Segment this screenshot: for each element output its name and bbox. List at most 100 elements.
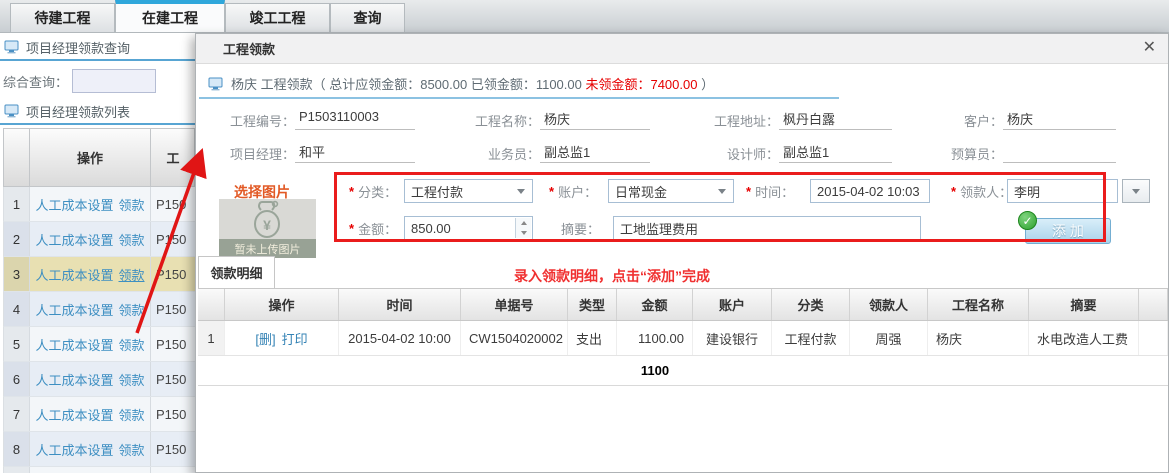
row-index: 5 <box>4 327 30 361</box>
tab-pending-projects[interactable]: 待建工程 <box>10 3 115 32</box>
labor-cost-setup-link[interactable]: 人工成本设置 <box>35 370 113 389</box>
detail-cell: 1100.00 <box>617 321 693 355</box>
sidebar-table-row: 2人工成本设置领款P150 <box>3 222 195 257</box>
chevron-down-icon <box>718 189 726 194</box>
row-project-code: P150 <box>151 327 195 361</box>
check-circle-icon: ✓ <box>1018 211 1037 230</box>
sidebar-table-body: 1人工成本设置领款P1502人工成本设置领款P1503人工成本设置领款P1504… <box>3 187 195 473</box>
detail-header-cell: 单据号 <box>461 289 568 320</box>
detail-header-cell: 工程名称 <box>928 289 1029 320</box>
tab-query[interactable]: 查询 <box>330 3 405 32</box>
tab-in-progress-projects[interactable]: 在建工程 <box>115 0 225 32</box>
unpaid-amount: 未领金额：7400.00 <box>585 77 697 92</box>
chevron-down-icon <box>1132 189 1140 194</box>
sidebar-table-row: 1人工成本设置领款P150 <box>3 187 195 222</box>
collect-payment-link[interactable]: 领款 <box>119 300 145 319</box>
detail-cell: 2015-04-02 10:00 <box>339 321 461 355</box>
collect-payment-link[interactable]: 领款 <box>119 195 145 214</box>
detail-header-cell: 类型 <box>568 289 617 320</box>
summary-text: 杨庆 工程领款（ 总计应领金额：8500.00 已领金额：1100.00 未领金… <box>231 74 714 93</box>
time-field-label: * 时间： <box>746 179 794 203</box>
labor-cost-setup-link[interactable]: 人工成本设置 <box>35 195 113 214</box>
row-project-code: P150 <box>151 222 195 256</box>
tab-payment-detail[interactable]: 领款明细 <box>198 256 275 288</box>
labor-cost-setup-link[interactable]: 人工成本设置 <box>35 230 113 249</box>
spinner-up-icon <box>521 221 527 225</box>
collect-payment-link[interactable]: 领款 <box>119 405 145 424</box>
collect-payment-link[interactable]: 领款 <box>119 335 145 354</box>
money-bag-icon: ¥ <box>247 200 287 240</box>
detail-table-header: 操作时间单据号类型金额账户分类领款人工程名称摘要 <box>198 288 1168 321</box>
detail-total-row: 1100 <box>198 356 1168 386</box>
monitor-icon <box>208 77 224 91</box>
list-panel-header: 项目经理领款列表 <box>0 99 195 125</box>
labor-cost-setup-link[interactable]: 人工成本设置 <box>35 300 113 319</box>
memo-field-label: 摘要： <box>561 216 600 240</box>
search-input[interactable] <box>72 69 156 93</box>
payment-detail-table: 操作时间单据号类型金额账户分类领款人工程名称摘要 1[删]打印2015-04-0… <box>198 288 1168 386</box>
category-select[interactable]: 工程付款 <box>404 179 533 203</box>
labor-cost-setup-link[interactable]: 人工成本设置 <box>35 405 113 424</box>
image-upload-box[interactable]: ¥ 暂未上传图片 <box>219 199 316 258</box>
tab-completed-projects[interactable]: 竣工工程 <box>225 3 330 32</box>
row-index: 7 <box>4 397 30 431</box>
sidebar-table-row: 3人工成本设置领款P150 <box>3 257 195 292</box>
labor-cost-setup-link[interactable]: 人工成本设置 <box>35 335 113 354</box>
row-operations: 人工成本设置领款 <box>30 257 151 291</box>
payee-dropdown-button[interactable] <box>1122 179 1150 203</box>
sidebar-table-row: 9人工成本设置领款P150 <box>3 467 195 473</box>
detail-header-cell <box>1139 289 1168 320</box>
collect-payment-link[interactable]: 领款 <box>119 265 145 284</box>
query-panel-title: 项目经理领款查询 <box>26 38 130 57</box>
field-project-manager: 项目经理： 和平 <box>223 139 417 163</box>
project-payment-dialog: 工程领款 ✕ 杨庆 工程领款（ 总计应领金额：8500.00 已领金额：1100… <box>195 33 1169 473</box>
labor-cost-setup-link[interactable]: 人工成本设置 <box>35 440 113 459</box>
required-icon: * <box>349 184 354 199</box>
time-input[interactable]: 2015-04-02 10:03 <box>810 179 930 203</box>
row-project-code: P150 <box>151 292 195 326</box>
payment-summary: 杨庆 工程领款（ 总计应领金额：8500.00 已领金额：1100.00 未领金… <box>208 74 714 93</box>
collect-payment-link[interactable]: 领款 <box>119 440 145 459</box>
payee-field-label: * 领款人： <box>951 179 1012 203</box>
collect-payment-link[interactable]: 领款 <box>119 370 145 389</box>
required-icon: * <box>951 184 956 199</box>
search-label: 综合查询： <box>3 72 68 91</box>
row-project-code: P150 <box>151 187 195 221</box>
row-index: 9 <box>4 467 30 473</box>
labor-cost-setup-link[interactable]: 人工成本设置 <box>35 265 113 284</box>
delete-link[interactable]: [删] <box>255 329 275 348</box>
svg-text:¥: ¥ <box>263 217 271 233</box>
row-project-code: P150 <box>151 467 195 473</box>
amount-field-label: * 金额： <box>349 216 397 240</box>
row-index: 4 <box>4 292 30 326</box>
add-button[interactable]: 添 加 <box>1025 218 1111 244</box>
required-icon: * <box>349 221 354 236</box>
row-project-code: P150 <box>151 257 195 291</box>
monitor-icon <box>4 40 20 54</box>
required-icon: * <box>746 184 751 199</box>
row-project-code: P150 <box>151 432 195 466</box>
detail-header-cell: 时间 <box>339 289 461 320</box>
memo-input[interactable]: 工地监理费用 <box>613 216 921 240</box>
dialog-title: 工程领款 <box>223 39 275 58</box>
print-link[interactable]: 打印 <box>282 329 308 348</box>
detail-header-cell: 金额 <box>617 289 693 320</box>
field-customer: 客户： 杨庆 <box>931 106 1121 130</box>
field-budgeter: 预算员： <box>931 139 1121 163</box>
amount-stepper[interactable]: 850.00 <box>404 216 533 240</box>
payee-combo-input[interactable]: 李明 <box>1007 179 1118 203</box>
detail-table-row: 1[删]打印2015-04-02 10:00CW1504020002支出1100… <box>198 321 1168 356</box>
account-field-label: * 账户： <box>549 179 597 203</box>
list-panel-title: 项目经理领款列表 <box>26 102 130 121</box>
row-operations: 人工成本设置领款 <box>30 187 151 221</box>
detail-cell <box>1139 321 1168 355</box>
sidebar-panel: 项目经理领款查询 综合查询： 项目经理领款列表 操作 工 1人工成本设置领款P1… <box>0 33 195 473</box>
detail-cell: 建设银行 <box>693 321 772 355</box>
account-select[interactable]: 日常现金 <box>608 179 734 203</box>
collect-payment-link[interactable]: 领款 <box>119 230 145 249</box>
close-icon[interactable]: ✕ <box>1143 40 1156 56</box>
detail-header-cell: 账户 <box>693 289 772 320</box>
amount-spinner[interactable] <box>515 218 531 238</box>
dialog-titlebar: 工程领款 ✕ <box>196 34 1168 64</box>
detail-cell: 周强 <box>850 321 928 355</box>
